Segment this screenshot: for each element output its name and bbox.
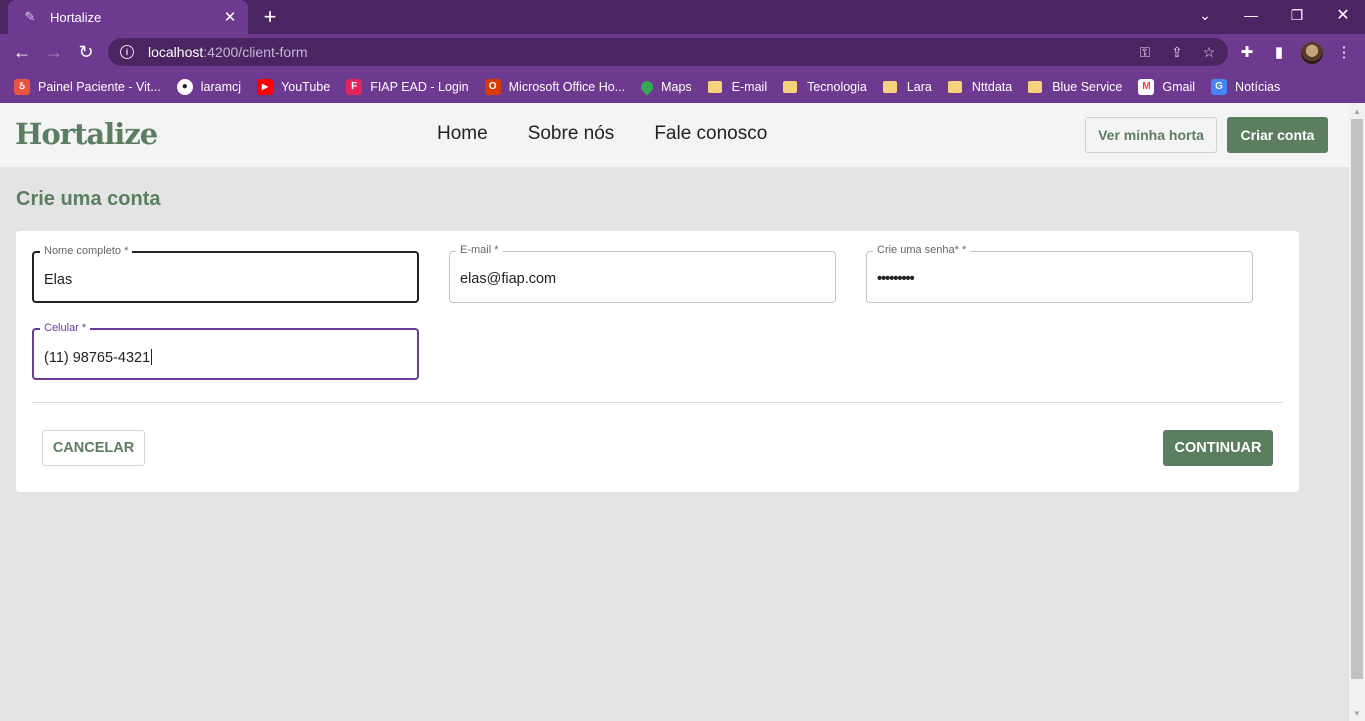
bookmark-item[interactable]: ▶ YouTube — [257, 78, 330, 95]
github-icon: ● — [176, 78, 193, 95]
share-icon[interactable]: ⇪ — [1168, 43, 1186, 61]
site-info-icon[interactable]: i — [120, 45, 134, 59]
bookmark-item[interactable]: G Notícias — [1211, 78, 1280, 95]
create-account-button[interactable]: Criar conta — [1227, 117, 1328, 153]
bookmark-item[interactable]: F FIAP EAD - Login — [346, 78, 469, 95]
new-tab-icon[interactable]: + — [260, 6, 280, 28]
folder-icon — [1028, 80, 1043, 93]
bookmark-item[interactable]: ઠ Painel Paciente - Vit... — [14, 78, 161, 95]
name-field-label: Nome completo * — [40, 245, 133, 257]
bookmark-item[interactable]: ● laramcj — [176, 78, 241, 95]
page-scrollbar[interactable]: ▲ ▼ — [1349, 103, 1365, 721]
side-panel-icon[interactable]: ▮ — [1269, 42, 1289, 62]
office-icon: O — [484, 78, 501, 95]
email-field[interactable]: E-mail * elas@fiap.com — [449, 244, 836, 303]
email-field-value: elas@fiap.com — [460, 271, 557, 287]
key-icon[interactable]: ⚿ — [1136, 43, 1154, 61]
scroll-down-icon[interactable]: ▼ — [1349, 705, 1365, 721]
nav-home[interactable]: Home — [437, 123, 488, 145]
bookmark-item[interactable]: E-mail — [707, 80, 767, 94]
name-field[interactable]: Nome completo * Elas — [32, 245, 419, 303]
bookmark-item[interactable]: O Microsoft Office Ho... — [484, 78, 625, 95]
main-nav: Home Sobre nós Fale conosco — [437, 123, 767, 145]
app-header: Hortalize Home Sobre nós Fale conosco Ve… — [0, 103, 1349, 167]
minimize-icon[interactable]: — — [1228, 0, 1274, 30]
extensions-icon[interactable]: ✚ — [1237, 42, 1257, 62]
painel-icon: ઠ — [14, 78, 30, 95]
star-icon[interactable]: ☆ — [1200, 43, 1218, 61]
password-field-value: ••••••••• — [877, 271, 915, 287]
scroll-thumb[interactable] — [1351, 119, 1363, 679]
bookmark-item[interactable]: Nttdata — [947, 80, 1012, 94]
form-divider — [32, 402, 1283, 403]
close-window-icon[interactable]: ✕ — [1320, 0, 1365, 30]
page-title: Crie uma conta — [16, 188, 161, 210]
tab-title: Hortalize — [50, 9, 102, 25]
forward-icon[interactable]: → — [41, 39, 67, 65]
folder-icon — [947, 80, 962, 93]
nav-about[interactable]: Sobre nós — [528, 123, 615, 145]
tab-search-icon[interactable]: ⌄ — [1182, 0, 1228, 30]
continue-button[interactable]: CONTINUAR — [1163, 430, 1273, 466]
fiap-icon: F — [346, 78, 363, 95]
close-tab-icon[interactable]: ✕ — [222, 9, 238, 26]
back-icon[interactable]: ← — [9, 39, 35, 65]
phone-field-label: Celular * — [40, 322, 91, 334]
browser-tabbar: ✎ Hortalize ✕ + ⌄ — ❐ ✕ — [0, 0, 1365, 34]
gmail-icon: M — [1138, 78, 1155, 95]
feather-icon: ✎ — [24, 9, 36, 24]
bookmark-item[interactable]: Lara — [882, 80, 932, 94]
bookmark-item[interactable]: Blue Service — [1028, 80, 1122, 94]
news-icon: G — [1211, 78, 1228, 95]
folder-icon — [783, 80, 798, 93]
scroll-up-icon[interactable]: ▲ — [1349, 103, 1365, 119]
address-bar[interactable]: i localhost:4200/client-form ⚿ ⇪ ☆ — [108, 38, 1228, 66]
bookmark-item[interactable]: M Gmail — [1138, 78, 1195, 95]
menu-icon[interactable]: ⋮ — [1334, 42, 1354, 62]
text-caret — [151, 349, 153, 365]
logo[interactable]: Hortalize — [15, 117, 158, 151]
bookmark-item[interactable]: Maps — [638, 78, 692, 95]
cancel-button[interactable]: CANCELAR — [42, 430, 145, 466]
phone-field[interactable]: Celular * (11) 98765-4321 — [32, 322, 419, 380]
browser-toolbar: ← → ↻ i localhost:4200/client-form ⚿ ⇪ ☆… — [0, 34, 1365, 70]
bookmarks-bar: ઠ Painel Paciente - Vit... ● laramcj ▶ YouT… — [0, 70, 1365, 103]
maps-icon — [638, 78, 656, 95]
view-garden-button[interactable]: Ver minha horta — [1085, 117, 1217, 153]
restore-icon[interactable]: ❐ — [1274, 0, 1320, 30]
email-field-label: E-mail * — [456, 244, 503, 256]
reload-icon[interactable]: ↻ — [73, 39, 99, 65]
page: Hortalize Home Sobre nós Fale conosco Ve… — [0, 103, 1349, 721]
bookmark-item[interactable]: Tecnologia — [783, 80, 867, 94]
password-field-label: Crie uma senha* * — [873, 244, 971, 256]
profile-avatar[interactable] — [1301, 42, 1323, 64]
phone-field-value: (11) 98765-4321 — [44, 349, 153, 366]
signup-form-card: Nome completo * Elas E-mail * elas@fiap.… — [16, 231, 1299, 492]
url-text: localhost:4200/client-form — [148, 44, 308, 60]
name-field-value: Elas — [44, 272, 73, 288]
folder-icon — [882, 80, 897, 93]
folder-icon — [707, 80, 722, 93]
password-field[interactable]: Crie uma senha* * ••••••••• — [866, 244, 1253, 303]
nav-contact[interactable]: Fale conosco — [654, 123, 767, 145]
browser-tab[interactable]: ✎ Hortalize ✕ — [8, 0, 248, 34]
youtube-icon: ▶ — [257, 78, 274, 95]
